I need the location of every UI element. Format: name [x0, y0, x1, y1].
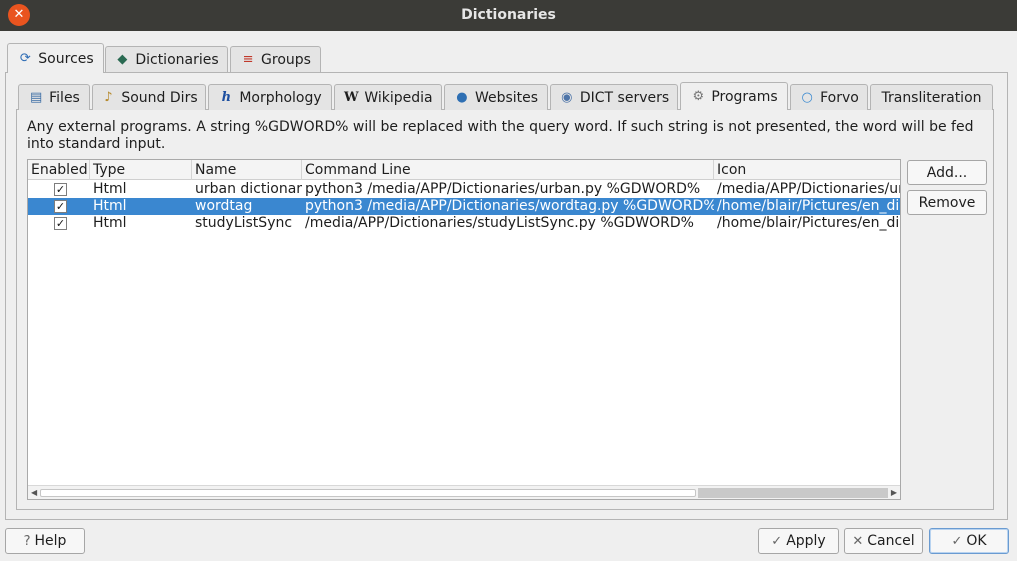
window-title: Dictionaries [461, 7, 556, 23]
apply-button[interactable]: ✓ Apply [758, 528, 839, 554]
row-icon-path[interactable]: /home/blair/Pictures/en_dict.png [714, 198, 900, 215]
window-titlebar: ✕ Dictionaries [0, 0, 1017, 31]
ok-button-label: OK [966, 533, 987, 549]
row-type: Html [93, 181, 127, 197]
help-button-label: Help [34, 533, 67, 549]
tab-groups[interactable]: ≡ Groups [230, 46, 321, 72]
tab-label: Transliteration [881, 89, 982, 106]
cancel-button-label: Cancel [867, 533, 915, 549]
tab-wikipedia[interactable]: W Wikipedia [334, 84, 442, 110]
help-button[interactable]: ? Help [5, 528, 85, 554]
wikipedia-w-icon: W [344, 90, 359, 105]
tab-websites[interactable]: ● Websites [444, 84, 548, 110]
tab-label: Files [49, 89, 80, 106]
table-row-selected[interactable]: ✓ Html wordtag python3 /media/APP/Dictio… [28, 198, 900, 215]
tab-label: DICT servers [579, 89, 670, 106]
tab-label: Dictionaries [135, 51, 219, 68]
tab-files[interactable]: ▤ Files [18, 84, 90, 110]
tab-sound-dirs[interactable]: ♪ Sound Dirs [92, 84, 206, 110]
scroll-left-icon[interactable]: ◀ [31, 486, 37, 499]
scroll-right-icon[interactable]: ▶ [891, 486, 897, 499]
tab-label: Wikipedia [364, 89, 433, 106]
tab-label: Morphology [239, 89, 322, 106]
column-header-command-line[interactable]: Command Line [302, 160, 714, 180]
add-program-button[interactable]: Add... [907, 160, 987, 185]
programs-table[interactable]: Enabled Type Name Command Line Icon ✓ Ht… [27, 159, 901, 500]
row-command-line[interactable]: /media/APP/Dictionaries/studyListSync.py… [302, 215, 714, 232]
file-icon: ▤ [29, 90, 43, 105]
row-command-line[interactable]: python3 /media/APP/Dictionaries/wordtag.… [302, 198, 714, 215]
row-type: Html [93, 215, 127, 231]
row-type: Html [93, 198, 127, 214]
tab-label: Websites [474, 89, 539, 106]
tab-programs[interactable]: ⚙ Programs [680, 82, 788, 110]
column-header-name[interactable]: Name [192, 160, 302, 180]
add-button-label: Add... [926, 164, 968, 181]
horizontal-scrollbar[interactable]: ◀ ▶ [28, 485, 900, 499]
tab-sources[interactable]: ⟳ Sources [7, 43, 104, 73]
tab-label: Groups [261, 51, 311, 68]
row-icon-path[interactable]: /home/blair/Pictures/en_dict.png [714, 215, 900, 232]
programs-description: Any external programs. A string %GDWORD%… [27, 119, 974, 152]
tab-dictionaries[interactable]: ◆ Dictionaries [105, 46, 228, 72]
globe-icon: ● [456, 90, 468, 105]
tab-label: Programs [711, 88, 778, 105]
tab-transliteration[interactable]: Transliteration [870, 84, 993, 110]
column-header-enabled[interactable]: Enabled [28, 160, 90, 180]
row-name[interactable]: studyListSync [192, 215, 302, 232]
enabled-checkbox[interactable]: ✓ [54, 183, 67, 196]
enabled-checkbox[interactable]: ✓ [54, 200, 67, 213]
forvo-icon: ○ [801, 90, 813, 105]
morphology-h-icon: h [221, 90, 232, 105]
checkmark-icon: ✓ [951, 533, 963, 549]
tab-label: Forvo [820, 89, 859, 106]
tab-forvo[interactable]: ○ Forvo [790, 84, 868, 110]
apply-button-label: Apply [786, 533, 826, 549]
cancel-x-icon: ✕ [852, 533, 864, 549]
row-name[interactable]: urban dictionary [192, 181, 302, 198]
refresh-icon: ⟳ [19, 51, 31, 66]
dict-server-icon: ◉ [561, 90, 573, 105]
row-name[interactable]: wordtag [192, 198, 302, 215]
scrollbar-thumb[interactable] [40, 489, 696, 497]
book-icon: ◆ [117, 52, 128, 67]
row-command-line[interactable]: python3 /media/APP/Dictionaries/urban.py… [302, 181, 714, 198]
gear-icon: ⚙ [692, 89, 705, 104]
remove-program-button[interactable]: Remove [907, 190, 987, 215]
tab-label: Sources [38, 50, 94, 67]
enabled-checkbox[interactable]: ✓ [54, 217, 67, 230]
table-row[interactable]: ✓ Html urban dictionary python3 /media/A… [28, 181, 900, 198]
checkmark-icon: ✓ [771, 533, 783, 549]
cancel-button[interactable]: ✕ Cancel [844, 528, 923, 554]
books-stack-icon: ≡ [242, 52, 254, 67]
ok-button[interactable]: ✓ OK [929, 528, 1009, 554]
table-row[interactable]: ✓ Html studyListSync /media/APP/Dictiona… [28, 215, 900, 232]
row-icon-path[interactable]: /media/APP/Dictionaries/urban.png [714, 181, 900, 198]
remove-button-label: Remove [918, 194, 976, 211]
table-header: Enabled Type Name Command Line Icon [28, 160, 900, 180]
tab-dict-servers[interactable]: ◉ DICT servers [550, 84, 678, 110]
help-question-icon: ? [23, 533, 31, 549]
scrollbar-track[interactable] [698, 488, 888, 498]
tab-label: Sound Dirs [121, 89, 198, 106]
sound-dir-icon: ♪ [104, 90, 113, 105]
column-header-type[interactable]: Type [90, 160, 192, 180]
tab-morphology[interactable]: h Morphology [208, 84, 332, 110]
column-header-icon[interactable]: Icon [714, 160, 900, 180]
